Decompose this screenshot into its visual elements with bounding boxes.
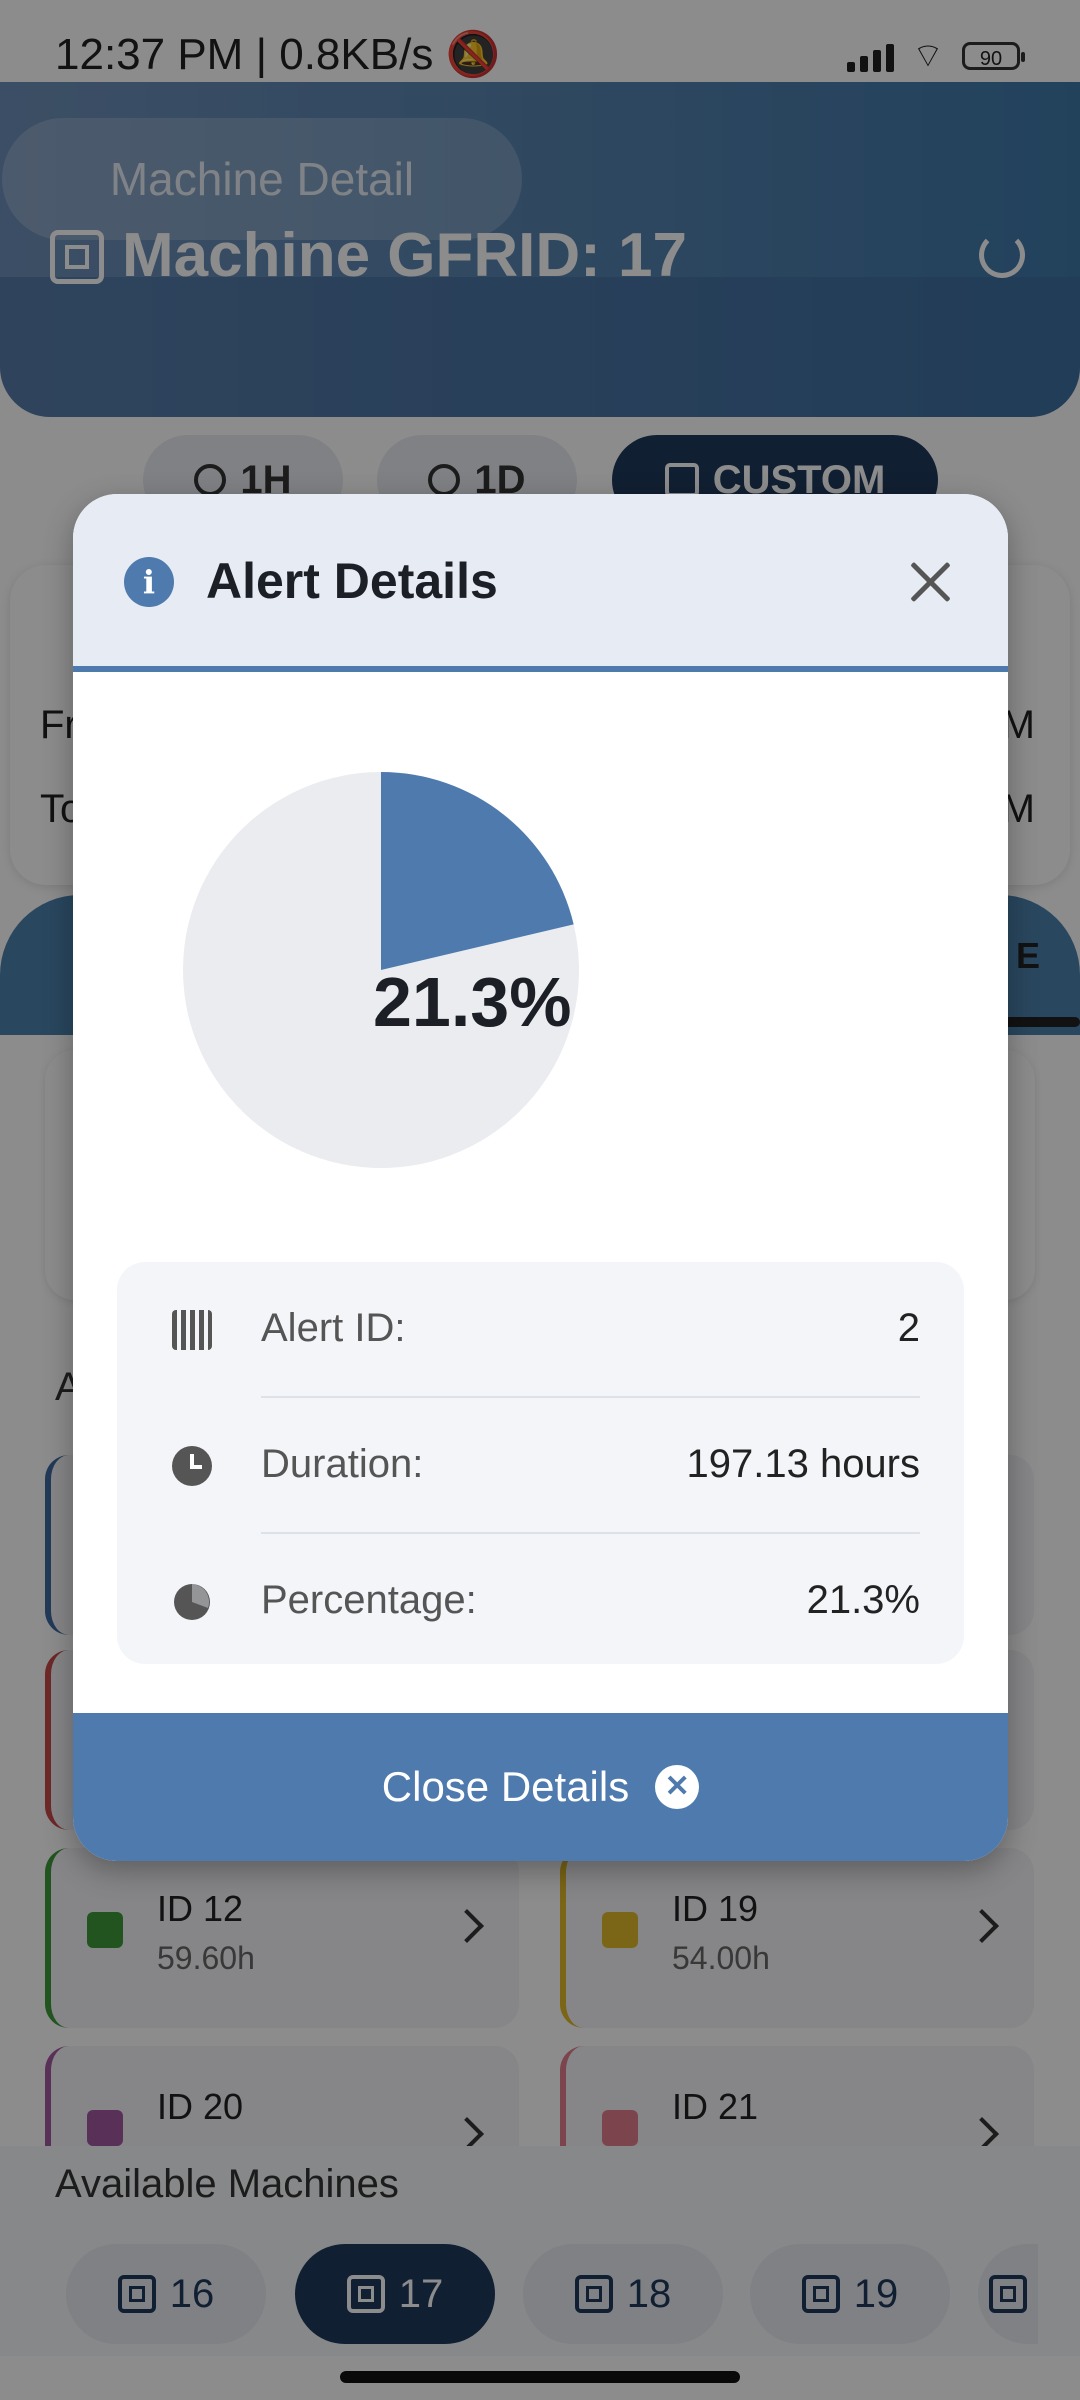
modal-title: Alert Details [206,553,498,609]
row-value: 21.3% [806,1578,920,1622]
close-details-button[interactable]: Close Details ✕ [73,1713,1008,1861]
row-value: 2 [897,1306,920,1350]
barcode-icon [172,1310,212,1350]
alert-details-modal: i Alert Details 21.3% Alert ID: 2 Durati… [73,494,1008,1861]
duration-row: Duration: 197.13 hours [117,1398,964,1534]
alert-id-row: Alert ID: 2 [117,1262,964,1398]
row-value: 197.13 hours [686,1442,920,1486]
info-icon: i [124,557,174,607]
pie-percentage-label: 21.3% [373,963,572,1041]
modal-header: i Alert Details [73,494,1008,672]
row-label: Duration: [261,1442,424,1486]
close-icon[interactable] [904,554,958,608]
row-label: Percentage: [261,1578,477,1622]
alert-info-card: Alert ID: 2 Duration: 197.13 hours Perce… [117,1262,964,1664]
row-label: Alert ID: [261,1306,406,1350]
clock-icon [172,1446,212,1486]
close-circle-icon: ✕ [655,1765,700,1809]
close-details-label: Close Details [381,1763,630,1810]
pie-chart-icon [174,1584,210,1620]
percentage-row: Percentage: 21.3% [117,1534,964,1670]
